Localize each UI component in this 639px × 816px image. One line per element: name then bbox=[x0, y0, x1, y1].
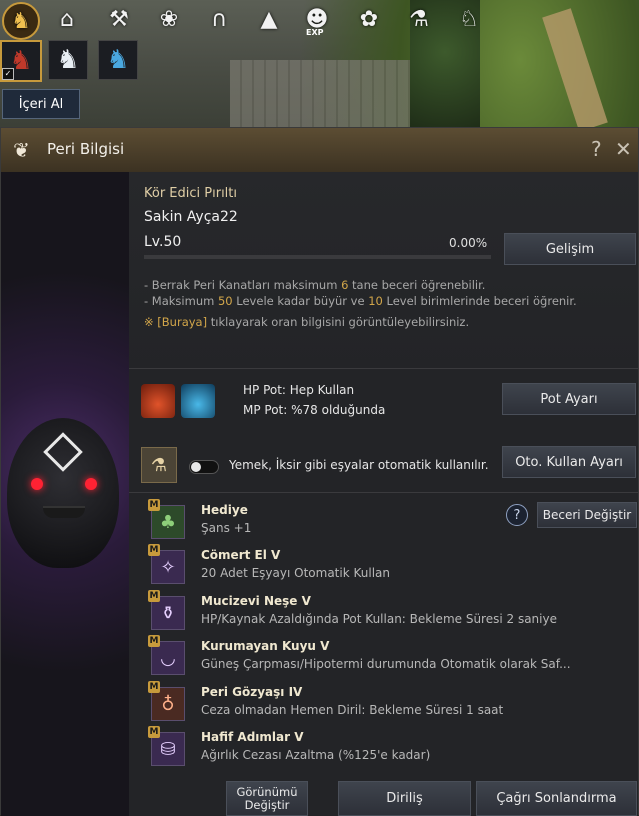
window-titlebar[interactable]: ❦ Peri Bilgisi ? ✕ bbox=[1, 128, 638, 173]
butterfly-icon: ❦ bbox=[13, 138, 30, 162]
skill-name: Peri Gözyaşı IV bbox=[201, 685, 303, 699]
skill-name: Hafif Adımlar V bbox=[201, 730, 304, 744]
pet-owner: Sakin Ayça22 bbox=[144, 209, 238, 225]
note-level-limit: - Maksimum 50 Levele kadar büyür ve 10 L… bbox=[144, 294, 577, 308]
horse-slot-2[interactable]: ♞ bbox=[48, 40, 88, 80]
spirit-eye-left bbox=[31, 478, 43, 490]
auto-use-settings-button[interactable]: Oto. Kullan Ayarı bbox=[502, 446, 636, 478]
rate-info-link[interactable]: [Buraya] bbox=[157, 315, 207, 329]
skill-badge: M bbox=[148, 590, 160, 602]
hud-icon-bar: ♞ ⌂ ⚒ ❀ ∩ ▲ ☻ EXP ✿ ⚗ ♘ bbox=[0, 0, 639, 40]
skill-badge: M bbox=[148, 544, 160, 556]
exp-percent: 0.00% bbox=[449, 236, 488, 250]
exp-bar bbox=[144, 255, 491, 259]
stable-button[interactable]: İçeri Al bbox=[2, 89, 80, 119]
selected-check-icon: ✓ bbox=[2, 68, 14, 80]
auto-use-label: Yemek, İksir gibi eşyalar otomatik kulla… bbox=[229, 458, 489, 472]
level-value: 50 bbox=[163, 234, 182, 250]
spirit-eye-right bbox=[85, 478, 97, 490]
level-label: Lv. bbox=[144, 234, 164, 250]
window-title: Peri Bilgisi bbox=[47, 140, 125, 158]
skill-badge: M bbox=[148, 726, 160, 738]
divider bbox=[129, 368, 638, 369]
skill-item: ⛁ M Hafif Adımlar V Ağırlık Cezası Azalt… bbox=[148, 726, 611, 770]
toggle-knob bbox=[191, 462, 201, 472]
skill-badge: M bbox=[148, 499, 160, 511]
skill-name: Cömert El V bbox=[201, 548, 281, 562]
pet-info-panel: Kör Edici Pırıltı Sakin Ayça22 Lv.50 0.0… bbox=[129, 172, 638, 816]
shadow-spirit-image bbox=[7, 418, 119, 568]
pet-portrait bbox=[1, 172, 129, 816]
pot-settings-button[interactable]: Pot Ayarı bbox=[502, 383, 636, 415]
revive-button[interactable]: Diriliş bbox=[338, 781, 471, 816]
auto-use-toggle[interactable] bbox=[189, 460, 219, 474]
skill-desc: Güneş Çarpması/Hipotermi durumunda Otoma… bbox=[201, 657, 571, 671]
auto-use-potion-icon: ⚗ bbox=[141, 447, 177, 483]
pet-summary: Kör Edici Pırıltı Sakin Ayça22 Lv.50 0.0… bbox=[129, 172, 638, 372]
alchemy-icon[interactable]: ⚗ bbox=[404, 4, 434, 34]
skill-desc: 20 Adet Eşyayı Otomatik Kullan bbox=[201, 566, 390, 580]
skill-name: Mucizevi Neşe V bbox=[201, 594, 311, 608]
paw-icon[interactable]: ❀ bbox=[154, 4, 184, 34]
white-horse-icon: ♞ bbox=[56, 45, 80, 75]
exp-label: EXP bbox=[306, 28, 324, 37]
spirit-symbol bbox=[43, 432, 83, 472]
mp-potion-icon bbox=[181, 384, 215, 418]
skill-item: ♁ M Peri Gözyaşı IV Ceza olmadan Hemen D… bbox=[148, 681, 611, 725]
evolve-button[interactable]: Gelişim bbox=[504, 233, 636, 265]
mp-pot-setting: MP Pot: %78 olduğunda bbox=[243, 403, 386, 417]
hp-pot-setting: HP Pot: Hep Kullan bbox=[243, 383, 355, 397]
divider bbox=[129, 492, 638, 493]
skill-desc: Ceza olmadan Hemen Diril: Bekleme Süresi… bbox=[201, 703, 504, 717]
spirit-mouth bbox=[43, 506, 85, 518]
close-button[interactable]: ✕ bbox=[615, 137, 632, 161]
skill-item: ♣ M Hediye Şans +1 bbox=[148, 499, 611, 543]
skill-item: ✧ M Cömert El V 20 Adet Eşyayı Otomatik … bbox=[148, 544, 611, 588]
hp-potion-icon bbox=[141, 384, 175, 418]
skill-desc: Ağırlık Cezası Azaltma (%125'e kadar) bbox=[201, 748, 431, 762]
home-icon[interactable]: ⌂ bbox=[52, 4, 82, 34]
butterfly-icon[interactable]: ✿ bbox=[354, 4, 384, 34]
skill-desc: Şans +1 bbox=[201, 521, 252, 535]
pickaxe-icon[interactable]: ⚒ bbox=[104, 4, 134, 34]
pet-name: Kör Edici Pırıltı bbox=[144, 186, 238, 201]
change-appearance-button[interactable]: Görünümü Değiştir bbox=[226, 781, 308, 816]
help-button[interactable]: ? bbox=[591, 137, 602, 161]
saddle-icon[interactable]: ∩ bbox=[204, 4, 234, 34]
skill-item: ◡ M Kurumayan Kuyu V Güneş Çarpması/Hipo… bbox=[148, 635, 611, 679]
horse-icon[interactable]: ♞ bbox=[2, 2, 40, 40]
horse-slot-1[interactable]: ♞ ✓ bbox=[0, 40, 42, 82]
skill-name: Kurumayan Kuyu V bbox=[201, 639, 330, 653]
pet-level: Lv.50 bbox=[144, 234, 181, 250]
pet-info-window: ❦ Peri Bilgisi ? ✕ Kör Edici Pırıltı Sak… bbox=[0, 127, 639, 816]
skill-item: ⚱ M Mucizevi Neşe V HP/Kaynak Azaldığınd… bbox=[148, 590, 611, 634]
end-summon-button[interactable]: Çağrı Sonlandırma bbox=[476, 781, 637, 816]
blue-horse-icon: ♞ bbox=[106, 45, 130, 75]
note-skill-limit: - Berrak Peri Kanatları maksimum 6 tane … bbox=[144, 278, 486, 292]
skill-desc: HP/Kaynak Azaldığında Pot Kullan: Beklem… bbox=[201, 612, 557, 626]
horse-head-icon[interactable]: ♘ bbox=[454, 4, 484, 34]
camp-icon[interactable]: ▲ bbox=[254, 4, 284, 34]
horse-slot-3[interactable]: ♞ bbox=[98, 40, 138, 80]
skill-name: Hediye bbox=[201, 503, 248, 517]
skill-badge: M bbox=[148, 681, 160, 693]
note-rate-info: ※ [Buraya] tıklayarak oran bilgisini gör… bbox=[144, 315, 470, 329]
skill-badge: M bbox=[148, 635, 160, 647]
